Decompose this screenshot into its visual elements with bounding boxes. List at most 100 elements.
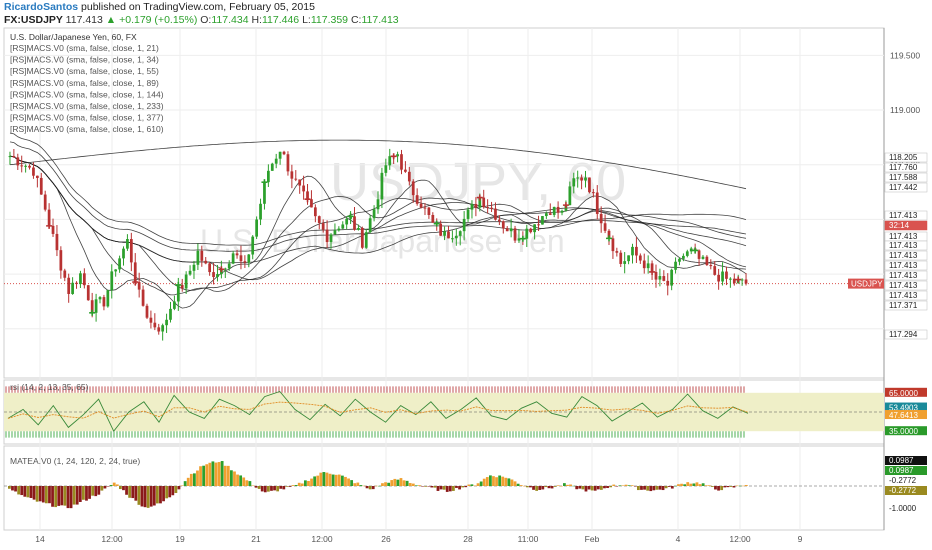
matea-bar xyxy=(137,486,141,505)
matea-bar xyxy=(495,477,498,486)
matea-bar xyxy=(171,486,175,496)
matea-bar xyxy=(223,465,227,486)
matea-bar xyxy=(674,485,677,487)
matea-bar xyxy=(600,486,603,490)
candle-body xyxy=(611,238,615,252)
chart-title: U.S. Dollar/Japanese Yen, 60, FX xyxy=(10,32,137,42)
candle-body xyxy=(165,319,168,326)
matea-bar xyxy=(131,486,135,499)
candle-body xyxy=(251,236,255,255)
chart-canvas[interactable]: USDJPY, 60 U.S. Dollar/Japanese Yen 65.0… xyxy=(0,0,932,550)
candle-body xyxy=(407,171,411,182)
matea-bar xyxy=(196,470,199,486)
matea-bar xyxy=(159,486,162,504)
matea-bar xyxy=(297,482,301,486)
cross-marker xyxy=(89,309,96,316)
matea-bar xyxy=(680,483,683,486)
matea-bar xyxy=(522,485,526,487)
matea-bar xyxy=(365,486,369,489)
time-tick-label: 12:00 xyxy=(311,534,333,544)
cross-marker xyxy=(261,179,268,186)
matea-bar xyxy=(387,482,391,486)
time-tick-label: 4 xyxy=(676,534,681,544)
matea-bar xyxy=(88,486,91,499)
candle-body xyxy=(529,228,533,233)
matea-bar xyxy=(405,480,409,486)
matea-bar xyxy=(267,486,270,492)
matea-bar xyxy=(91,486,95,496)
matea-bar xyxy=(482,478,486,486)
candle-body xyxy=(404,169,407,172)
matea-bar xyxy=(507,478,511,486)
matea-bar xyxy=(735,485,739,487)
matea-bar xyxy=(149,486,153,507)
matea-bar xyxy=(300,483,304,486)
matea-bar xyxy=(476,483,480,486)
candle-body xyxy=(329,234,333,243)
matea-bar xyxy=(646,486,650,491)
matea-bar xyxy=(322,472,326,486)
matea-bar xyxy=(526,486,529,488)
matea-bar xyxy=(134,486,138,501)
candle-body xyxy=(357,227,360,230)
matea-bar xyxy=(396,479,400,486)
matea-bar xyxy=(288,486,292,487)
candle-body xyxy=(646,263,650,269)
candle-body xyxy=(462,218,466,232)
cross-marker xyxy=(304,196,311,203)
matea-bar xyxy=(359,485,363,486)
candle-body xyxy=(635,246,638,256)
matea-bar xyxy=(563,483,566,486)
matea-bar xyxy=(689,483,693,486)
matea-bar xyxy=(618,485,622,486)
candle-body xyxy=(302,185,305,192)
matea-bar xyxy=(544,486,548,488)
matea-bar xyxy=(677,484,680,486)
ma-legend-item: [RS]MACS.V0 (sma, false, close, 1, 89) xyxy=(10,78,159,88)
rsi-axis-label: 65.0000 xyxy=(889,389,918,398)
candle-body xyxy=(623,261,627,264)
matea-bar xyxy=(572,485,576,487)
matea-bar xyxy=(384,482,387,486)
matea-bar xyxy=(670,486,674,489)
matea-bar xyxy=(532,486,535,490)
matea-bar xyxy=(254,486,258,488)
candle-body xyxy=(384,165,388,173)
matea-bar xyxy=(63,486,67,506)
time-axis[interactable]: 14 12:00 19 21 12:00 26 28 11:00 Feb 4 12:00 9 xyxy=(35,534,802,544)
matea-bar xyxy=(529,486,532,488)
candle-body xyxy=(474,203,478,208)
matea-bar xyxy=(69,486,73,509)
matea-bar xyxy=(393,478,397,486)
matea-bar xyxy=(344,476,347,486)
matea-bar xyxy=(738,485,742,487)
price-tick-label: 119.000 xyxy=(890,105,920,115)
matea-bar xyxy=(504,477,508,486)
matea-bar xyxy=(199,466,202,486)
matea-bar xyxy=(60,486,64,506)
matea-bar xyxy=(698,484,702,486)
candle-body xyxy=(615,251,619,253)
candle-body xyxy=(725,271,728,279)
matea-bar xyxy=(162,486,165,502)
candle-body xyxy=(110,271,114,291)
candle-body xyxy=(431,214,435,223)
matea-bar xyxy=(479,481,483,486)
matea-bar xyxy=(273,486,276,491)
matea-bar xyxy=(353,483,357,486)
candle-body xyxy=(126,239,129,249)
candle-body xyxy=(513,228,517,241)
candle-body xyxy=(67,277,71,294)
matea-bar xyxy=(655,486,659,490)
matea-bar xyxy=(371,486,375,490)
candle-body xyxy=(451,238,454,240)
candle-body xyxy=(51,225,55,234)
price-axis[interactable]: 119.500119.000118.500 xyxy=(890,50,920,169)
matea-bar xyxy=(294,485,298,486)
price-tag-label: 118.205 xyxy=(889,153,918,162)
candle-body xyxy=(548,213,552,215)
matea-bar xyxy=(415,485,418,486)
matea-bar xyxy=(341,475,344,486)
matea-bar xyxy=(695,482,699,486)
matea-axis-label: 0.0987 xyxy=(889,456,914,465)
